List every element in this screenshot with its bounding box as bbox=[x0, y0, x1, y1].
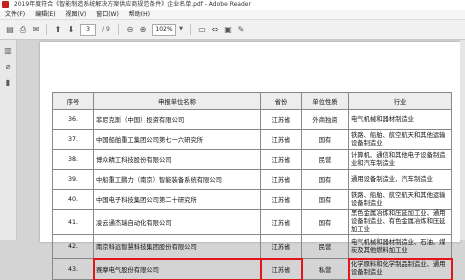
cell-type: 民营 bbox=[301, 149, 349, 170]
cell-name: 博众精工科技股份有限公司 bbox=[93, 149, 261, 170]
cell-industry: 黑色金属冶炼和压延加工业、通用设备制造业、有色金属冶炼和压延加工业 bbox=[348, 209, 452, 235]
window-titlebar: 2019年度符合《智能制造系统解决方案供应商规范条件》企业名单.pdf - Ad… bbox=[0, 0, 465, 10]
cell-name: 菲尼克斯（中国）投资有限公司 bbox=[93, 109, 261, 130]
table-row: 40. 中国电子科技集团公司第二十研究所 江苏省 国有 铁路、船舶、航空航天和其… bbox=[52, 189, 452, 210]
cell-industry-highlighted: 化学原料和化学制品制造业、通用设备制造业 bbox=[347, 257, 453, 280]
table-row: 39. 中船重工鹏力（南京）智能装备系统有限公司 江苏省 国有 通用设备制造业、… bbox=[52, 169, 452, 190]
cell-type: 国有 bbox=[301, 129, 349, 150]
cell-name: 中船重工鹏力（南京）智能装备系统有限公司 bbox=[93, 169, 261, 190]
pdf-page: 序号 申报单位名称 省份 单位性质 行业 36. 菲尼克斯（中国）投资有限公司 … bbox=[40, 42, 460, 280]
zoom-level-select[interactable]: 102% bbox=[152, 24, 176, 36]
table-row: 36. 菲尼克斯（中国）投资有限公司 江苏省 外商独资 电气机械和器材制造业 bbox=[52, 109, 452, 130]
table-row: 41. 凌云通杰瑞自动化有限公司 江苏省 国有 黑色金属冶炼和压延加工业、通用设… bbox=[52, 209, 452, 235]
fit-width-icon[interactable]: ⇔ bbox=[209, 24, 221, 35]
cell-province: 江苏省 bbox=[260, 129, 302, 150]
menu-view[interactable]: 视图(V) bbox=[65, 11, 86, 18]
cell-no: 43. bbox=[52, 258, 94, 280]
header-type: 单位性质 bbox=[301, 92, 349, 110]
table-header-row: 序号 申报单位名称 省份 单位性质 行业 bbox=[52, 92, 452, 110]
cell-type: 外商独资 bbox=[301, 109, 349, 130]
adobe-reader-icon bbox=[2, 1, 9, 8]
cell-province: 江苏省 bbox=[260, 189, 302, 210]
cell-province-highlighted: 江苏省 bbox=[259, 257, 303, 280]
cell-type: 私营 bbox=[301, 258, 349, 280]
cell-no: 39. bbox=[52, 169, 94, 190]
cell-province: 江苏省 bbox=[260, 149, 302, 170]
read-mode-icon[interactable]: ▣ bbox=[222, 24, 234, 35]
header-province: 省份 bbox=[260, 92, 302, 110]
cell-type: 国有 bbox=[301, 169, 349, 190]
page-thumbnails-icon[interactable]: ▥ bbox=[3, 46, 13, 56]
cell-province: 江苏省 bbox=[260, 234, 302, 259]
cell-no: 42. bbox=[52, 234, 94, 259]
cell-name: 中国电子科技集团公司第二十研究所 bbox=[93, 189, 261, 210]
print-icon[interactable]: ⎙ bbox=[17, 24, 29, 35]
cell-industry: 铁路、船舶、航空航天和其他运输设备制造业 bbox=[348, 189, 452, 210]
header-name: 申报单位名称 bbox=[93, 92, 261, 110]
table-row: 37. 中国船舶重工集团公司第七一六研究所 江苏省 国有 铁路、船舶、航空航天和… bbox=[52, 129, 452, 150]
fit-page-icon[interactable]: ▭ bbox=[196, 24, 208, 35]
cell-industry: 通用设备制造业、汽车制造业 bbox=[348, 169, 452, 190]
menu-bar: 文件(F) 编辑(E) 视图(V) 窗口(W) 帮助(H) bbox=[0, 10, 465, 20]
previous-page-icon[interactable]: ⬆ bbox=[52, 24, 64, 35]
email-icon[interactable]: ✉ bbox=[30, 24, 42, 35]
cell-no: 41. bbox=[52, 209, 94, 235]
cell-no: 37. bbox=[52, 129, 94, 150]
cell-industry: 电气机械和器材制造业、石油、煤炭及其他燃料加工业 bbox=[348, 234, 452, 259]
cell-name: 南京科远智慧科技集团股份有限公司 bbox=[93, 234, 261, 259]
header-no: 序号 bbox=[52, 92, 94, 110]
cell-name-highlighted: 赛摩电气股份有限公司 bbox=[92, 257, 262, 280]
cell-industry: 铁路、船舶、航空航天和其他运输设备制造业 bbox=[348, 129, 452, 150]
cell-no: 38. bbox=[52, 149, 94, 170]
cell-industry: 电气机械和器材制造业 bbox=[348, 109, 452, 130]
cell-province: 江苏省 bbox=[260, 109, 302, 130]
comment-icon[interactable]: ✎ bbox=[235, 24, 247, 35]
cell-province: 江苏省 bbox=[260, 169, 302, 190]
company-table: 序号 申报单位名称 省份 单位性质 行业 36. 菲尼克斯（中国）投资有限公司 … bbox=[52, 92, 453, 280]
cell-no: 40. bbox=[52, 189, 94, 210]
cell-name: 中国船舶重工集团公司第七一六研究所 bbox=[93, 129, 261, 150]
table-row-highlighted: 43. 赛摩电气股份有限公司 江苏省 私营 化学原料和化学制品制造业、通用设备制… bbox=[52, 257, 453, 280]
navigation-pane: ▥ ⌀ ▮ bbox=[0, 40, 17, 240]
cell-type: 民营 bbox=[301, 234, 349, 259]
vertical-scrollbar[interactable] bbox=[460, 40, 465, 240]
zoom-out-icon[interactable]: ⊖ bbox=[124, 24, 136, 35]
cell-no: 36. bbox=[52, 109, 94, 130]
cell-industry: 计算机、通信和其他电子设备制造业和汽车制造业 bbox=[348, 149, 452, 170]
next-page-icon[interactable]: ⬇ bbox=[65, 24, 77, 35]
open-icon[interactable]: ▤ bbox=[4, 24, 16, 35]
chevron-down-icon[interactable]: ▼ bbox=[175, 24, 187, 35]
cell-name: 凌云通杰瑞自动化有限公司 bbox=[93, 209, 261, 235]
table-row: 38. 博众精工科技股份有限公司 江苏省 民营 计算机、通信和其他电子设备制造业… bbox=[52, 149, 452, 170]
page-number-input[interactable]: 3 bbox=[80, 24, 96, 36]
zoom-in-icon[interactable]: ⊕ bbox=[137, 24, 149, 35]
attachment-icon[interactable]: ⌀ bbox=[3, 62, 13, 72]
window-title: 2019年度符合《智能制造系统解决方案供应商规范条件》企业名单.pdf - Ad… bbox=[13, 1, 251, 8]
menu-edit[interactable]: 编辑(E) bbox=[35, 11, 55, 18]
menu-help[interactable]: 帮助(H) bbox=[129, 11, 150, 18]
header-industry: 行业 bbox=[348, 92, 452, 110]
cell-province: 江苏省 bbox=[260, 209, 302, 235]
cell-type: 国有 bbox=[301, 189, 349, 210]
menu-file[interactable]: 文件(F) bbox=[5, 11, 25, 18]
menu-window[interactable]: 窗口(W) bbox=[96, 11, 119, 18]
cell-type: 国有 bbox=[301, 209, 349, 235]
toolbar: ▤ ⎙ ✉ ⬆ ⬇ 3 / 9 ⊖ ⊕ 102% ▼ ▭ ⇔ ▣ ✎ bbox=[0, 20, 465, 40]
table-row: 42. 南京科远智慧科技集团股份有限公司 江苏省 民营 电气机械和器材制造业、石… bbox=[52, 234, 452, 259]
bookmark-icon[interactable]: ▮ bbox=[3, 78, 13, 88]
page-total: / 9 bbox=[102, 26, 110, 33]
